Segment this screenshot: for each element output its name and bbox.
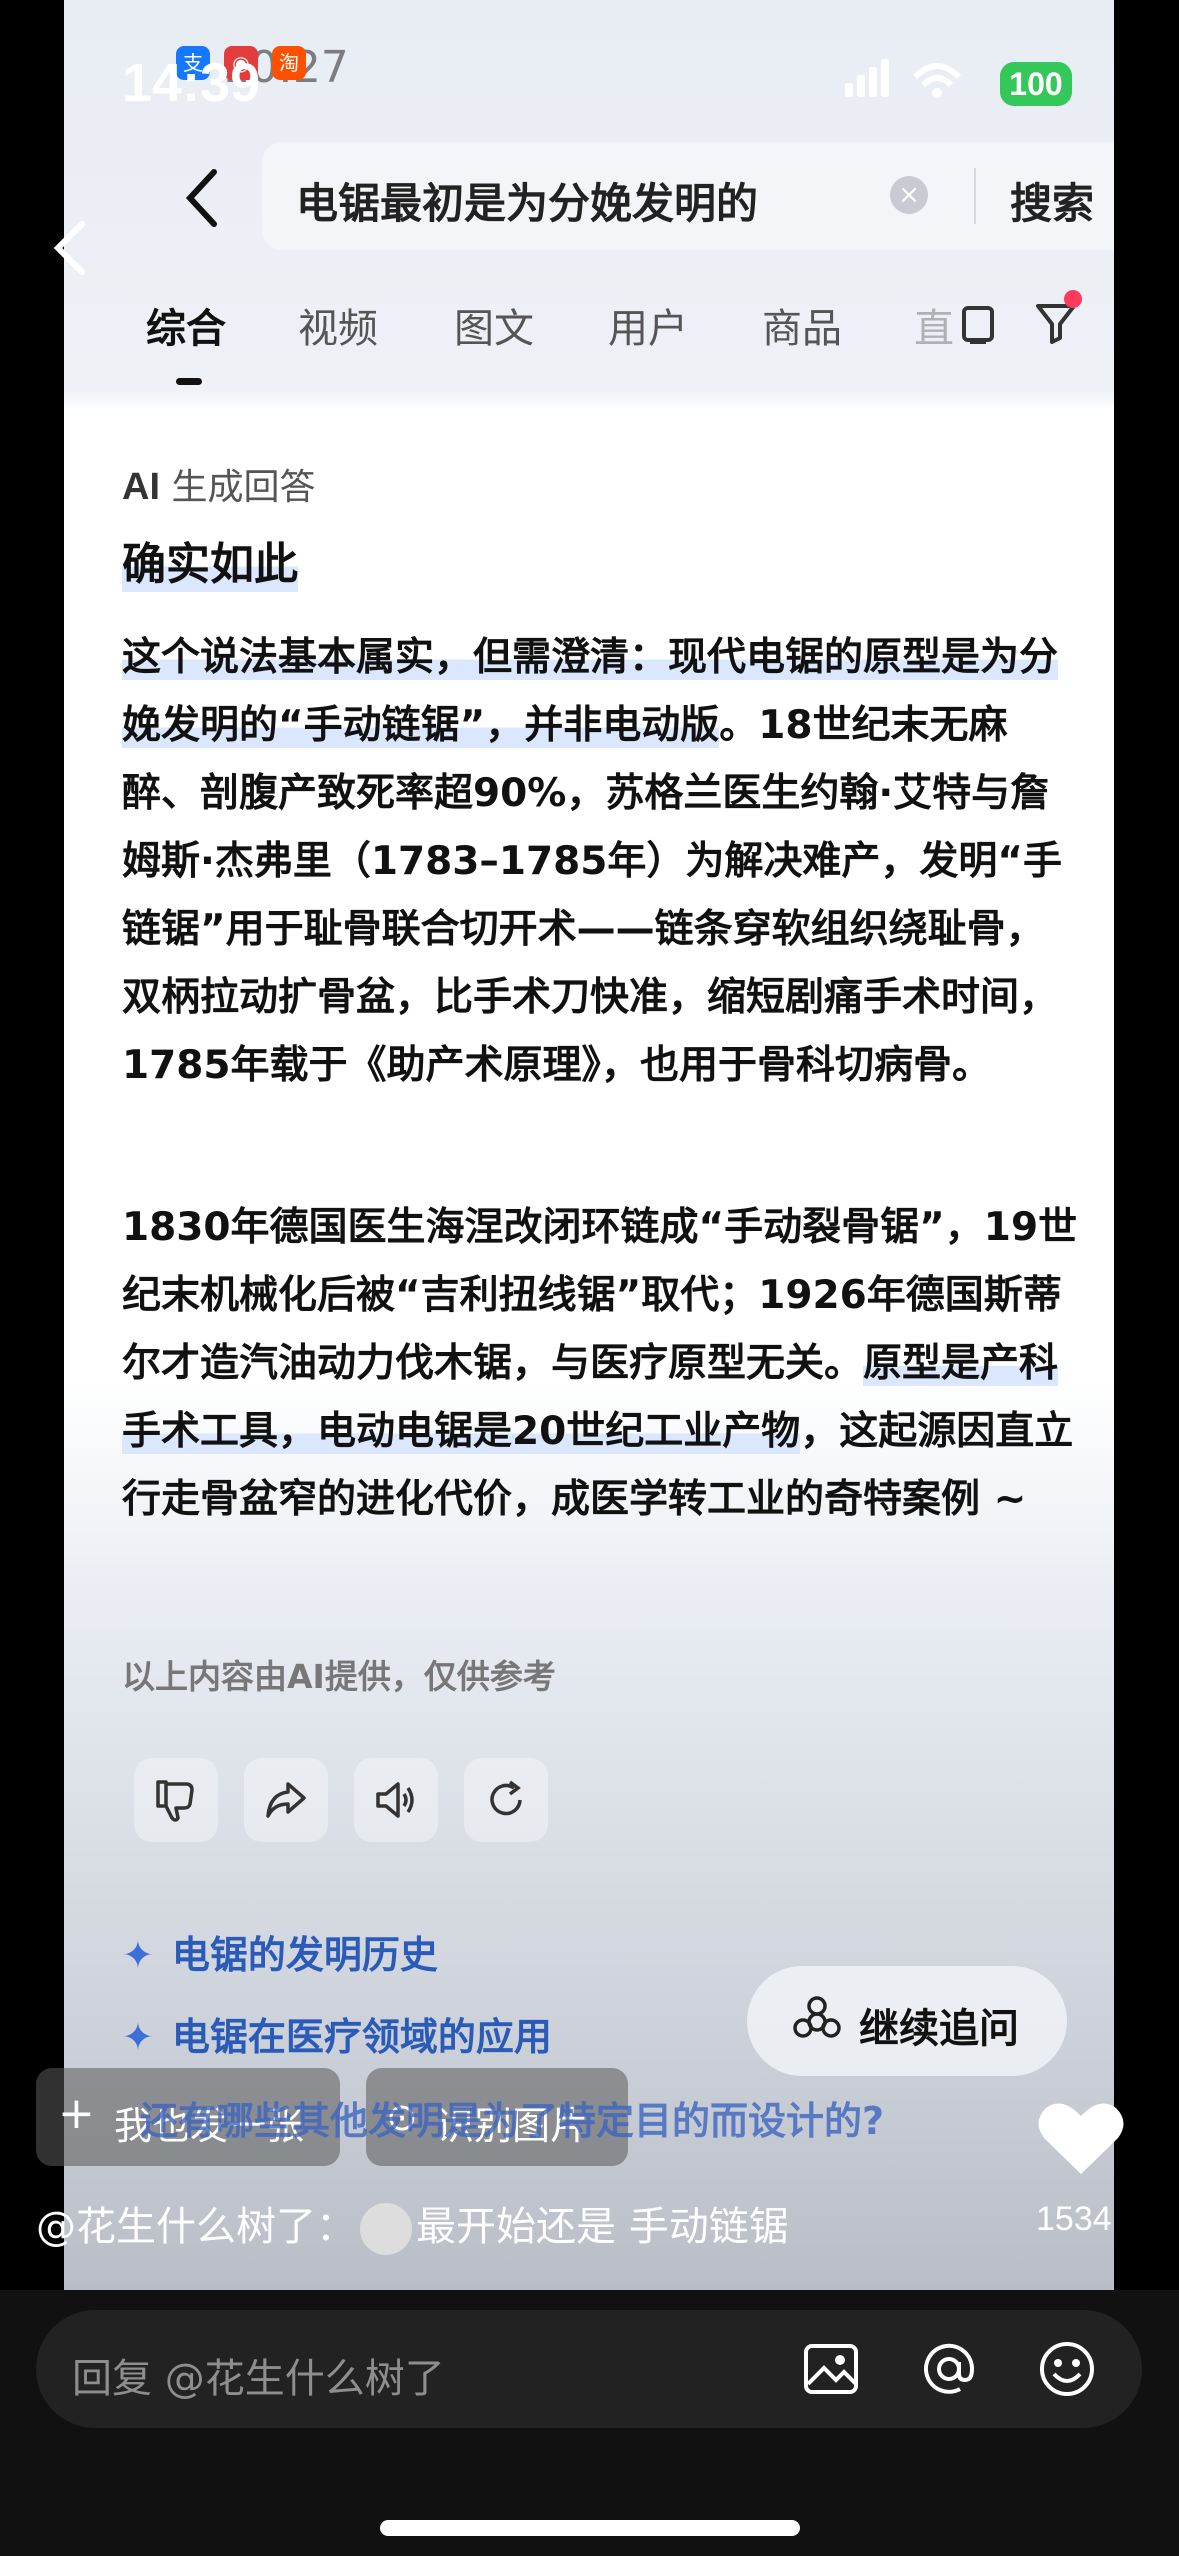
- tab-goods[interactable]: 商品: [762, 296, 842, 354]
- like-count: 1534: [1036, 2200, 1112, 2238]
- back-button[interactable]: [182, 168, 222, 232]
- regenerate-button[interactable]: [464, 1758, 548, 1842]
- screenshot-card: 10:27 支 ◉ 淘 电锯最初是为分娩发明的 × 搜索 综合 视频 图文 用户…: [64, 0, 1114, 2290]
- divider: [974, 168, 976, 224]
- tab-users[interactable]: 用户: [608, 296, 688, 354]
- heart-icon[interactable]: [1036, 2098, 1126, 2182]
- active-tab-indicator: [176, 378, 202, 385]
- answer-paragraph-1: 这个说法基本属实，但需澄清：现代电锯的原型是为分娩发明的“手动链锯”，并非电动版…: [122, 635, 1063, 1088]
- ai-disclaimer: 以上内容由AI提供，仅供参考: [122, 1657, 556, 1696]
- speaker-icon: [376, 1782, 414, 1818]
- follow-up-label: 继续追问: [859, 2006, 1019, 2052]
- sparkle-icon: ✦: [122, 1933, 154, 1977]
- related-question[interactable]: ✦ 电锯在医疗领域的应用: [122, 2006, 552, 2061]
- tab-all[interactable]: 综合: [146, 296, 226, 354]
- tab-bar: 综合 视频 图文 用户 商品 直: [64, 296, 1114, 386]
- dislike-icon: [156, 1780, 194, 1822]
- share-button[interactable]: [244, 1758, 328, 1842]
- clear-icon[interactable]: ×: [890, 176, 928, 214]
- emoji-icon[interactable]: [1038, 2340, 1096, 2402]
- refresh-icon: [490, 1780, 522, 1816]
- at-icon[interactable]: [920, 2340, 978, 2402]
- status-icons: [845, 55, 995, 103]
- image-icon[interactable]: [802, 2340, 860, 2402]
- home-indicator: [380, 2520, 800, 2536]
- battery-indicator: 100: [1000, 62, 1072, 106]
- share-icon: [266, 1782, 306, 1818]
- outer-back-icon[interactable]: [52, 220, 88, 280]
- related-question[interactable]: 还有哪些其他发明是为了特定目的而设计的?: [140, 2090, 884, 2145]
- tab-video[interactable]: 视频: [298, 296, 378, 354]
- search-query: 电锯最初是为分娩发明的: [296, 179, 759, 228]
- reply-placeholder: 回复 @花生什么树了: [72, 2356, 445, 2402]
- comment-caption: @花生什么树了： 最开始还是 手动链锯: [36, 2194, 789, 2255]
- ai-answer-label: AI 生成回答: [122, 466, 316, 508]
- dislike-button[interactable]: [134, 1758, 218, 1842]
- search-input[interactable]: 电锯最初是为分娩发明的 × 搜索: [262, 142, 1114, 250]
- plus-icon: +: [58, 2088, 95, 2139]
- follow-up-button[interactable]: 继续追问: [747, 1966, 1067, 2076]
- document-icon[interactable]: [958, 302, 998, 350]
- answer-paragraph-2: 1830年德国医生海涅改闭环链成“手动裂骨锯”，19世纪末机械化后被“吉利扭线锯…: [122, 1205, 1078, 1522]
- emoji-icon: [360, 2203, 412, 2255]
- tab-live[interactable]: 直: [914, 296, 954, 354]
- ai-flower-icon: [793, 1996, 841, 2038]
- related-question[interactable]: ✦ 电锯的发明历史: [122, 1924, 438, 1979]
- notification-dot: [1064, 290, 1082, 308]
- answer-title: 确实如此: [122, 528, 298, 592]
- status-time: 14:39: [122, 53, 261, 113]
- speaker-button[interactable]: [354, 1758, 438, 1842]
- sparkle-icon: ✦: [122, 2015, 154, 2059]
- reply-input[interactable]: 回复 @花生什么树了: [36, 2310, 1142, 2428]
- taobao-icon: 淘: [272, 46, 306, 80]
- search-button[interactable]: 搜索: [1010, 170, 1094, 231]
- tab-image-text[interactable]: 图文: [454, 296, 534, 354]
